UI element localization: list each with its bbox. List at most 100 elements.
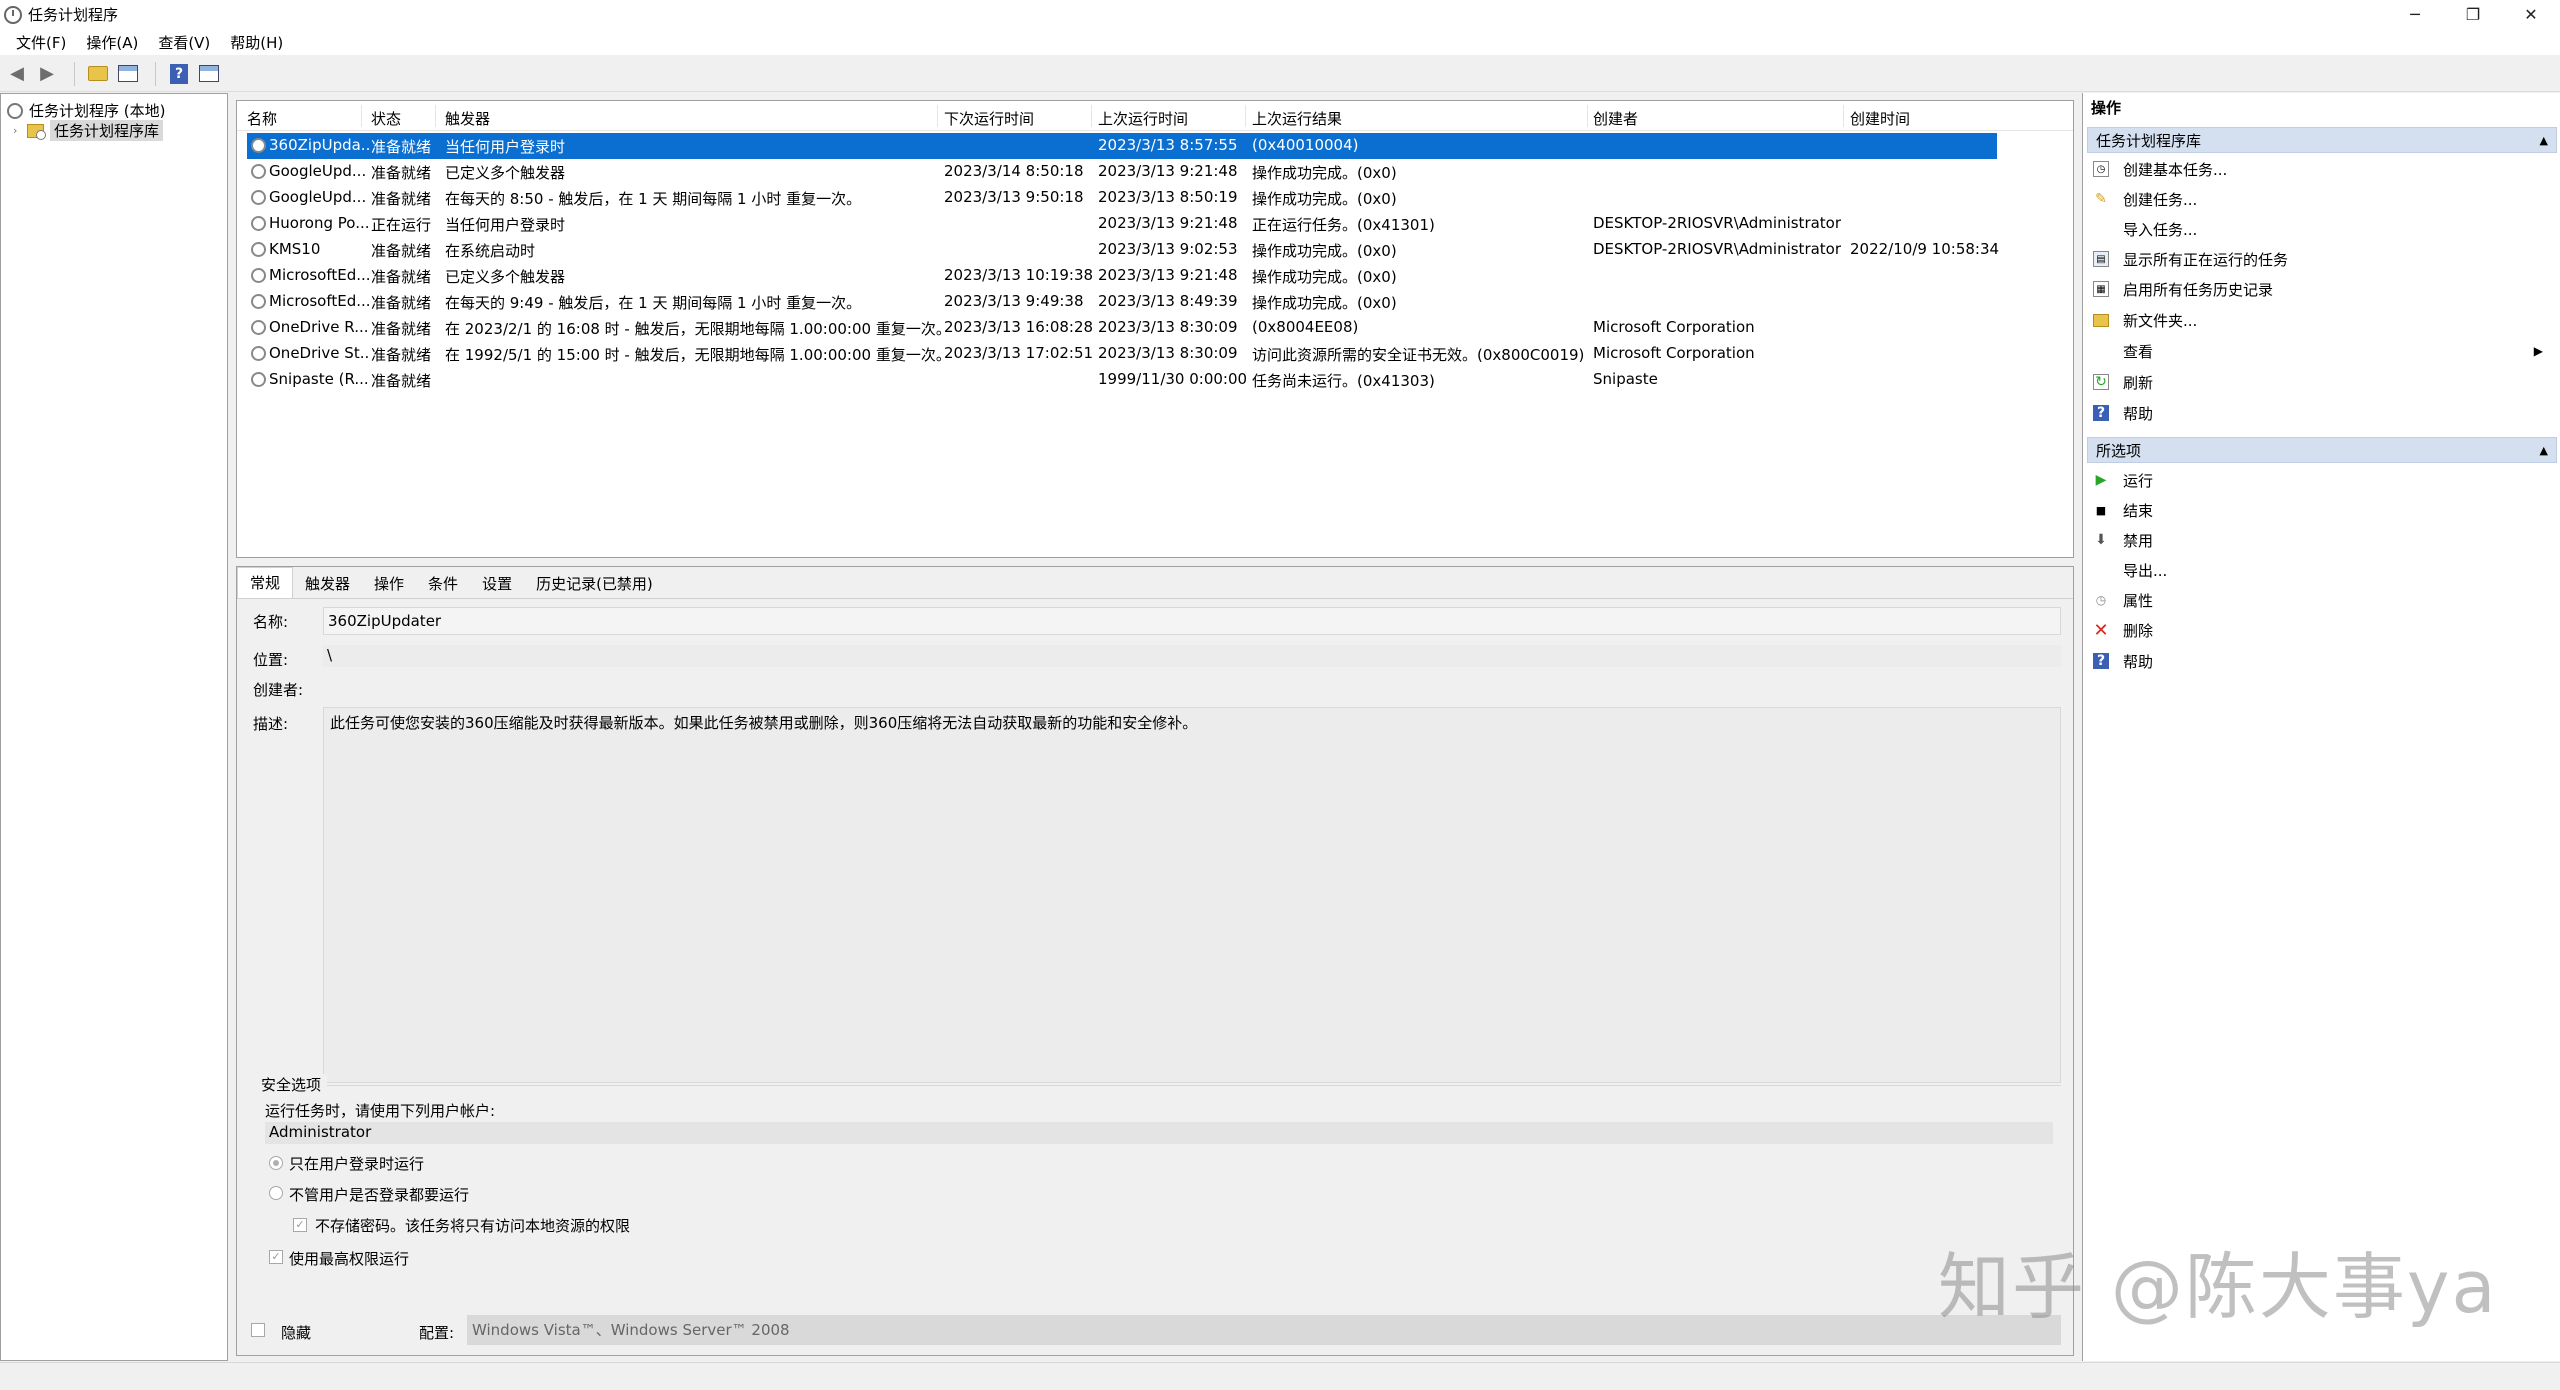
create-task-icon: ✎ <box>2095 191 2107 207</box>
back-arrow-icon[interactable]: ◀ <box>4 61 30 87</box>
column-divider[interactable] <box>1245 105 1246 127</box>
action-enable-all-history[interactable]: ▦ 启用所有任务历史记录 <box>2093 276 2543 302</box>
column-divider[interactable] <box>435 105 436 127</box>
tree-root-node[interactable]: 任务计划程序 (本地) <box>7 100 165 121</box>
delete-x-icon: ✕ <box>2093 619 2109 641</box>
action-group-library[interactable]: 任务计划程序库 ▲ <box>2087 127 2557 153</box>
author-label: 创建者: <box>253 681 304 699</box>
show-hide-console-tree-button[interactable] <box>115 61 141 87</box>
column-header-last-result[interactable]: 上次运行结果 <box>1252 108 1342 129</box>
task-status: 准备就绪 <box>371 346 432 364</box>
menu-file[interactable]: 文件(F) <box>6 32 76 53</box>
checkbox-do-not-store-password[interactable]: ✓ <box>293 1218 307 1232</box>
run-as-account-field[interactable]: Administrator <box>265 1122 2053 1144</box>
action-create-basic-task[interactable]: ◷ 创建基本任务... <box>2093 156 2543 182</box>
checkbox-hidden[interactable] <box>251 1323 265 1337</box>
task-last-result: 操作成功完成。(0x0) <box>1252 268 1397 286</box>
action-delete[interactable]: ✕ 删除 <box>2093 617 2543 643</box>
column-header-author[interactable]: 创建者 <box>1593 108 1638 129</box>
task-trigger: 当任何用户登录时 <box>445 138 566 156</box>
column-header-created[interactable]: 创建时间 <box>1850 108 1910 129</box>
collapse-caret-icon[interactable]: ▲ <box>2540 438 2548 464</box>
tab-settings[interactable]: 设置 <box>470 570 524 598</box>
column-divider[interactable] <box>1843 105 1844 127</box>
menu-help[interactable]: 帮助(H) <box>220 32 293 53</box>
forward-arrow-icon[interactable]: ▶ <box>34 61 60 87</box>
show-hide-action-pane-button[interactable] <box>196 61 222 87</box>
action-end[interactable]: ■ 结束 <box>2093 497 2543 523</box>
column-divider[interactable] <box>937 105 938 127</box>
task-row[interactable]: OneDrive R... 准备就绪 在 2023/2/1 的 16:08 时 … <box>247 315 2073 341</box>
toolbar: ◀ ▶ ? <box>0 56 2560 92</box>
column-divider[interactable] <box>1091 105 1092 127</box>
action-help-selected[interactable]: ? 帮助 <box>2093 648 2543 674</box>
column-header-status[interactable]: 状态 <box>371 108 401 129</box>
task-last-run: 1999/11/30 0:00:00 <box>1098 370 1248 388</box>
author-field[interactable] <box>323 677 2061 699</box>
up-folder-button[interactable] <box>85 61 111 87</box>
action-view[interactable]: 查看 ▶ <box>2093 338 2543 364</box>
action-label: 帮助 <box>2123 404 2154 423</box>
menu-action[interactable]: 操作(A) <box>76 32 148 53</box>
expand-chevron-icon[interactable]: › <box>13 124 27 137</box>
task-row[interactable]: MicrosoftEd... 准备就绪 已定义多个触发器 2023/3/13 1… <box>247 263 2073 289</box>
task-row[interactable]: OneDrive St... 准备就绪 在 1992/5/1 的 15:00 时… <box>247 341 2073 367</box>
configure-for-dropdown[interactable]: Windows Vista™、Windows Server™ 2008 <box>467 1315 2061 1345</box>
tab-history[interactable]: 历史记录(已禁用) <box>524 570 665 598</box>
task-row[interactable]: GoogleUpd... 准备就绪 已定义多个触发器 2023/3/14 8:5… <box>247 159 2073 185</box>
new-folder-icon <box>2093 313 2109 327</box>
column-header-next-run[interactable]: 下次运行时间 <box>944 108 1034 129</box>
task-row[interactable]: 360ZipUpda... 准备就绪 当任何用户登录时 2023/3/13 8:… <box>247 133 1997 159</box>
menu-view[interactable]: 查看(V) <box>148 32 220 53</box>
task-clock-icon <box>251 190 266 205</box>
action-group-selected-item[interactable]: 所选项 ▲ <box>2087 437 2557 463</box>
task-name: OneDrive St... <box>269 344 369 362</box>
action-new-folder[interactable]: 新文件夹... <box>2093 307 2543 333</box>
task-row[interactable]: MicrosoftEd... 准备就绪 在每天的 9:49 - 触发后，在 1 … <box>247 289 2073 315</box>
close-button[interactable]: ✕ <box>2502 0 2560 29</box>
location-field[interactable]: \ <box>323 645 2061 667</box>
task-clock-icon <box>251 216 266 231</box>
tab-triggers[interactable]: 触发器 <box>293 570 362 598</box>
action-properties[interactable]: ◷ 属性 <box>2093 587 2543 613</box>
tab-general[interactable]: 常规 <box>237 567 294 598</box>
task-trigger: 在每天的 9:49 - 触发后，在 1 天 期间每隔 1 小时 重复一次。 <box>445 294 862 312</box>
column-divider[interactable] <box>361 105 362 127</box>
tab-actions[interactable]: 操作 <box>362 570 416 598</box>
action-import-task[interactable]: 导入任务... <box>2093 216 2543 242</box>
action-display-running-tasks[interactable]: ▤ 显示所有正在运行的任务 <box>2093 246 2543 272</box>
tree-library-node[interactable]: › 任务计划程序库 <box>13 120 164 141</box>
action-help-library[interactable]: ? 帮助 <box>2093 400 2543 426</box>
name-field[interactable]: 360ZipUpdater <box>323 607 2061 635</box>
collapse-caret-icon[interactable]: ▲ <box>2540 128 2548 154</box>
action-disable[interactable]: ⬇ 禁用 <box>2093 527 2543 553</box>
task-row[interactable]: GoogleUpd... 准备就绪 在每天的 8:50 - 触发后，在 1 天 … <box>247 185 2073 211</box>
action-create-task[interactable]: ✎ 创建任务... <box>2093 186 2543 212</box>
action-refresh[interactable]: ↻ 刷新 <box>2093 369 2543 395</box>
help-button[interactable]: ? <box>166 61 192 87</box>
running-tasks-icon: ▤ <box>2093 251 2109 267</box>
refresh-icon: ↻ <box>2093 374 2109 390</box>
column-header-last-run[interactable]: 上次运行时间 <box>1098 108 1188 129</box>
task-details-panel: 常规 触发器 操作 条件 设置 历史记录(已禁用) 名称: 360ZipUpda… <box>236 566 2074 1356</box>
column-divider[interactable] <box>1587 105 1588 127</box>
task-author: Snipaste <box>1593 370 1658 388</box>
restore-button[interactable]: ❐ <box>2444 0 2502 29</box>
tab-conditions[interactable]: 条件 <box>416 570 470 598</box>
task-row[interactable]: KMS10 准备就绪 在系统启动时 2023/3/13 9:02:53 操作成功… <box>247 237 2073 263</box>
task-row[interactable]: Snipaste (R... 准备就绪 1999/11/30 0:00:00 任… <box>247 367 2073 393</box>
radio-run-whether-logged-on[interactable] <box>269 1186 283 1200</box>
task-trigger: 在 2023/2/1 的 16:08 时 - 触发后，无限期地每隔 1.00:0… <box>445 320 951 338</box>
description-field[interactable]: 此任务可使您安装的360压缩能及时获得最新版本。如果此任务被禁用或删除，则360… <box>323 707 2061 1083</box>
zhihu-watermark: 知乎 @陈大事ya <box>1938 1245 2498 1329</box>
action-run[interactable]: ▶ 运行 <box>2093 467 2543 493</box>
action-export[interactable]: 导出... <box>2093 557 2543 583</box>
task-row[interactable]: Huorong Po... 正在运行 当任何用户登录时 2023/3/13 9:… <box>247 211 2073 237</box>
minimize-button[interactable]: ─ <box>2386 0 2444 29</box>
task-name: MicrosoftEd... <box>269 292 369 310</box>
checkbox-run-highest-privileges[interactable]: ✓ <box>269 1250 283 1264</box>
column-header-name[interactable]: 名称 <box>247 108 277 129</box>
run-icon: ▶ <box>2095 472 2107 488</box>
column-header-trigger[interactable]: 触发器 <box>445 108 490 129</box>
radio-run-when-logged-on[interactable] <box>269 1156 283 1170</box>
